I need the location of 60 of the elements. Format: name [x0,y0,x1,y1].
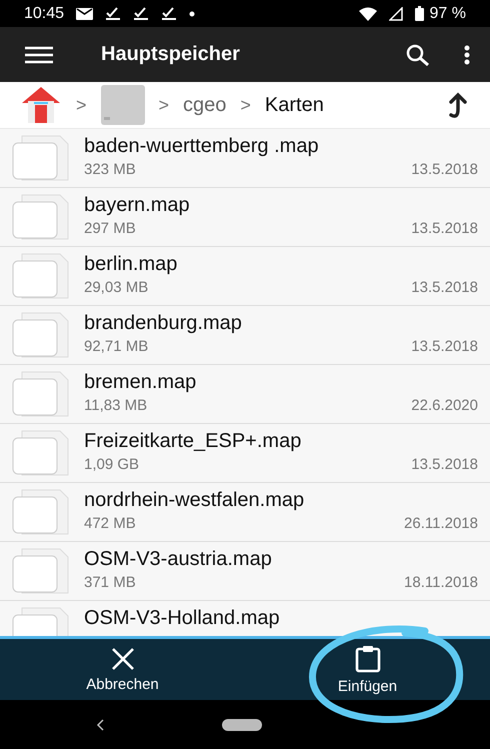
file-name[interactable]: OSM-V3-austria.map [84,548,478,571]
file-icon [12,430,70,476]
breadcrumb-folder[interactable]: Karten [264,94,324,116]
file-icon [12,312,70,358]
file-name[interactable]: bremen.map [84,371,478,394]
breadcrumb-folder[interactable]: cgeo [183,94,226,116]
wifi-icon [358,6,377,20]
file-size: 323 MB [84,161,136,178]
status-time: 10:45 [24,4,64,22]
more-icon[interactable] [464,44,470,64]
file-size: 371 MB [84,574,136,591]
search-icon[interactable] [406,44,430,66]
menu-icon[interactable] [25,46,53,64]
close-icon [110,646,134,670]
check-icon [161,6,178,20]
back-icon[interactable] [96,718,104,730]
cancel-button[interactable]: Abbrechen [0,639,245,700]
file-size: 1,09 GB [84,456,140,473]
battery-icon [414,6,424,21]
home-pill-icon[interactable] [222,718,262,730]
file-date: 22.6.2020 [411,397,478,414]
breadcrumb-separator: > [76,94,87,116]
file-icon [12,194,70,240]
file-size: 472 MB [84,515,136,532]
file-name[interactable]: baden-wuerttemberg .map [84,135,478,158]
battery-level: 97 % [430,4,466,22]
home-icon[interactable] [20,85,62,125]
file-name[interactable]: nordrhein-westfalen.map [84,489,478,512]
signal-icon [388,6,403,20]
file-size: 11,83 MB [84,397,148,414]
file-date: 18.11.2018 [404,574,478,591]
file-icon [12,489,70,535]
breadcrumb-separator: > [240,94,251,116]
toolbar-title: Hauptspeicher [101,43,241,66]
file-size: 29,03 MB [84,279,148,296]
check-icon [105,6,122,20]
file-name[interactable]: berlin.map [84,253,478,276]
up-arrow-icon[interactable] [446,91,468,119]
file-date: 13.5.2018 [411,220,478,237]
file-date: 13.5.2018 [411,161,478,178]
file-icon [12,253,70,299]
file-date: 26.11.2018 [404,515,478,532]
file-icon [12,371,70,417]
check-icon [133,6,150,20]
file-date: 13.5.2018 [411,279,478,296]
file-size: 297 MB [84,220,136,237]
file-date: 13.5.2018 [411,338,478,355]
file-name[interactable]: OSM-V3-Holland.map [84,607,478,630]
file-name[interactable]: Freizeitkarte_ESP+.map [84,430,478,453]
dot-icon [189,10,196,16]
file-date: 13.5.2018 [411,456,478,473]
file-icon [12,548,70,594]
breadcrumb-separator: > [158,94,170,116]
paste-button[interactable]: Einfügen [245,639,490,700]
clipboard-icon [354,644,380,672]
file-name[interactable]: brandenburg.map [84,312,478,335]
file-name[interactable]: bayern.map [84,194,478,217]
file-icon [12,135,70,181]
mail-icon [76,8,94,20]
file-size: 92,71 MB [84,338,148,355]
